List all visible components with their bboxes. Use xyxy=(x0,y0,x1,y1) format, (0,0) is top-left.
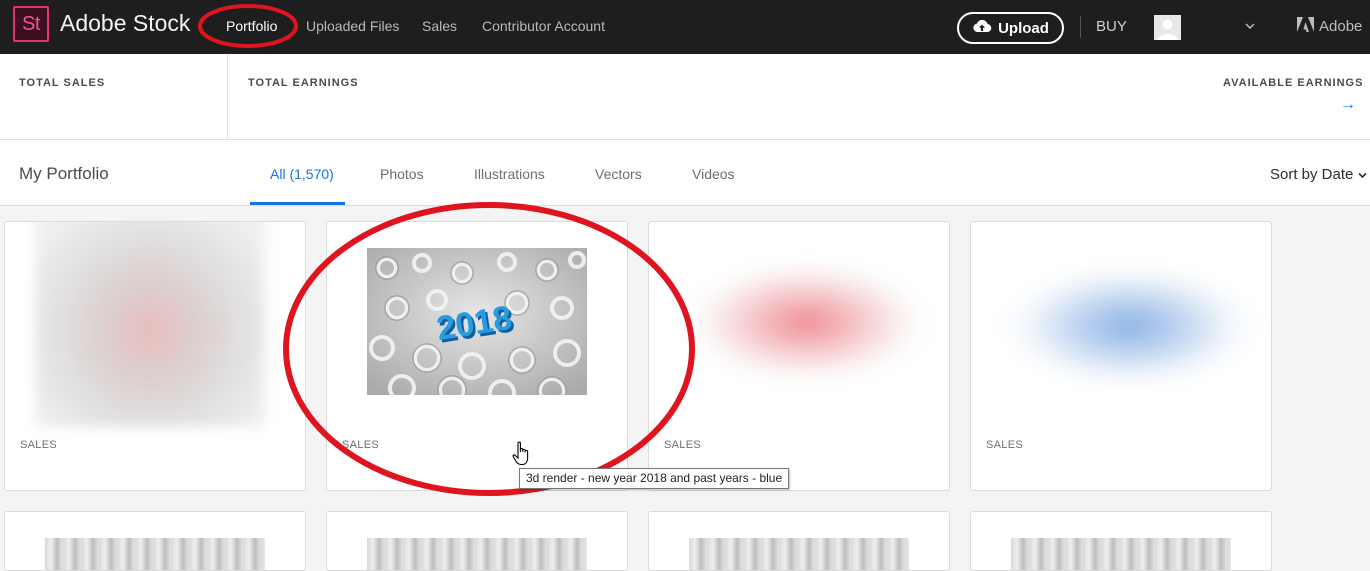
card-thumbnail[interactable] xyxy=(1011,538,1231,570)
hand-cursor-icon xyxy=(512,441,532,472)
tooltip: 3d render - new year 2018 and past years… xyxy=(519,468,790,489)
tab-videos[interactable]: Videos xyxy=(692,166,735,182)
tab-illustrations[interactable]: Illustrations xyxy=(474,166,545,182)
portfolio-card[interactable] xyxy=(4,511,306,571)
sales-label: SALES xyxy=(664,439,701,451)
sales-label: SALES xyxy=(342,439,379,451)
card-thumbnail[interactable] xyxy=(45,538,265,570)
portfolio-card[interactable]: SALES xyxy=(970,221,1272,491)
arrow-right-icon[interactable]: → xyxy=(1340,96,1356,114)
avatar[interactable] xyxy=(1154,15,1181,40)
portfolio-header: My Portfolio All (1,570) Photos Illustra… xyxy=(0,140,1370,206)
available-earnings-label: AVAILABLE EARNINGS xyxy=(1223,77,1364,89)
upload-label: Upload xyxy=(998,19,1049,37)
card-thumbnail[interactable] xyxy=(689,538,909,570)
tab-all[interactable]: All (1,570) xyxy=(270,166,334,182)
card-thumbnail[interactable] xyxy=(5,222,305,427)
portfolio-card[interactable]: 2018 2018 SALES xyxy=(326,221,628,491)
card-thumbnail[interactable] xyxy=(971,222,1271,427)
adobe-stock-logo[interactable]: St xyxy=(13,6,49,42)
total-sales-label: TOTAL SALES xyxy=(19,77,106,89)
card-thumbnail[interactable] xyxy=(649,222,949,427)
top-nav-bar: St Adobe Stock Portfolio Uploaded Files … xyxy=(0,0,1370,54)
chevron-down-icon xyxy=(1357,166,1367,183)
portfolio-card[interactable] xyxy=(648,511,950,571)
thumbnail-image-2018[interactable]: 2018 2018 xyxy=(367,248,587,395)
earnings-summary: TOTAL SALES TOTAL EARNINGS AVAILABLE EAR… xyxy=(0,54,1370,140)
adobe-icon xyxy=(1297,17,1314,36)
page-title: My Portfolio xyxy=(19,164,109,183)
sales-label: SALES xyxy=(986,439,1023,451)
nav-divider xyxy=(1080,16,1081,38)
tab-photos[interactable]: Photos xyxy=(380,166,424,182)
brand-name[interactable]: Adobe Stock xyxy=(60,10,190,37)
portfolio-card[interactable]: SALES xyxy=(648,221,950,491)
nav-uploaded-files[interactable]: Uploaded Files xyxy=(306,18,399,34)
portfolio-card[interactable]: SALES xyxy=(4,221,306,491)
total-earnings-label: TOTAL EARNINGS xyxy=(248,77,359,89)
active-tab-indicator xyxy=(250,202,345,205)
nav-portfolio[interactable]: Portfolio xyxy=(226,18,277,34)
card-thumbnail[interactable] xyxy=(367,538,587,570)
portfolio-card[interactable] xyxy=(326,511,628,571)
upload-button[interactable]: Upload xyxy=(957,12,1064,44)
sales-label: SALES xyxy=(20,439,57,451)
nav-contributor-account[interactable]: Contributor Account xyxy=(482,18,605,34)
adobe-logo[interactable]: Adobe xyxy=(1297,17,1362,36)
portfolio-card[interactable] xyxy=(970,511,1272,571)
buy-link[interactable]: BUY xyxy=(1096,18,1127,35)
earnings-divider xyxy=(227,54,228,140)
chevron-down-icon[interactable] xyxy=(1244,19,1256,33)
sort-dropdown[interactable]: Sort by Date xyxy=(1270,166,1367,183)
cloud-upload-icon xyxy=(972,18,992,38)
card-thumbnail[interactable]: 2018 2018 xyxy=(327,222,627,422)
sort-label: Sort by Date xyxy=(1270,166,1354,183)
adobe-label: Adobe xyxy=(1319,18,1363,35)
tab-vectors[interactable]: Vectors xyxy=(595,166,642,182)
nav-sales[interactable]: Sales xyxy=(422,18,457,34)
